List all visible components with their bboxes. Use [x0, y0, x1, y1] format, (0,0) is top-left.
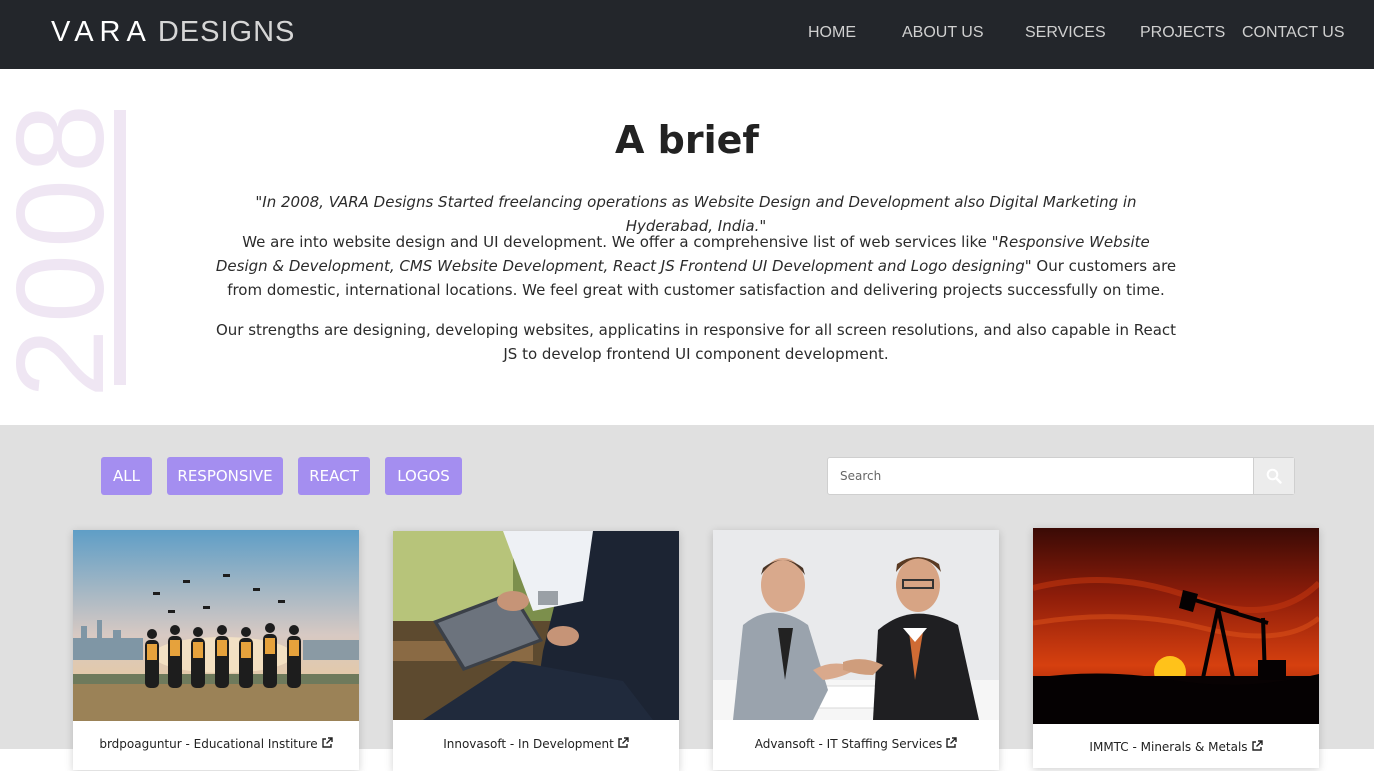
- brief-title: A brief: [615, 118, 759, 162]
- project-card[interactable]: Innovasoft - In Development: [393, 531, 679, 771]
- site-header: VARA DESIGNS HOME ABOUT US SERVICES PROJE…: [0, 0, 1374, 69]
- filter-react-button[interactable]: REACT: [298, 457, 370, 495]
- projects-section: ALL RESPONSIVE REACT LOGOS Search brdpoa…: [0, 425, 1374, 771]
- search-box: [827, 457, 1295, 495]
- external-link-icon: [946, 737, 957, 748]
- graduation-photo: [73, 530, 359, 721]
- filter-all-button[interactable]: ALL: [101, 457, 152, 495]
- business-tablet-photo: [393, 531, 679, 720]
- project-card[interactable]: IMMTC - Minerals & Metals: [1033, 528, 1319, 768]
- card-title[interactable]: IMMTC - Minerals & Metals: [1033, 740, 1319, 754]
- nav-projects[interactable]: PROJECTS: [1140, 23, 1225, 43]
- logo-primary-text: VARA: [51, 16, 152, 48]
- nav-services[interactable]: SERVICES: [1025, 23, 1106, 43]
- search-icon: [1266, 468, 1282, 484]
- handshake-photo: [713, 530, 999, 720]
- filter-logos-button[interactable]: LOGOS: [385, 457, 462, 495]
- services-intro-text: We are into website design and UI develo…: [242, 233, 992, 251]
- site-logo[interactable]: VARA DESIGNS: [51, 13, 295, 51]
- project-card[interactable]: brdpoaguntur - Educational Institure: [73, 530, 359, 770]
- nav-home[interactable]: HOME: [808, 23, 856, 43]
- brief-strengths-paragraph: Our strengths are designing, developing …: [215, 321, 1177, 363]
- logo-secondary-text: DESIGNS: [157, 16, 296, 48]
- search-button[interactable]: [1253, 458, 1294, 494]
- external-link-icon: [321, 737, 333, 748]
- external-link-icon: [1251, 740, 1263, 751]
- project-card[interactable]: Advansoft - IT Staffing Services: [713, 530, 999, 770]
- external-link-icon: [618, 737, 629, 748]
- nav-about-us[interactable]: ABOUT US: [902, 23, 984, 43]
- card-title-text: IMMTC - Minerals & Metals: [1089, 740, 1248, 754]
- filter-responsive-button[interactable]: RESPONSIVE: [167, 457, 283, 495]
- oil-pump-sunset-photo: [1033, 528, 1319, 724]
- brief-services-paragraph: We are into website design and UI develo…: [215, 230, 1177, 302]
- nav-contact-us[interactable]: CONTACT US: [1242, 23, 1345, 43]
- search-input[interactable]: [828, 458, 1254, 494]
